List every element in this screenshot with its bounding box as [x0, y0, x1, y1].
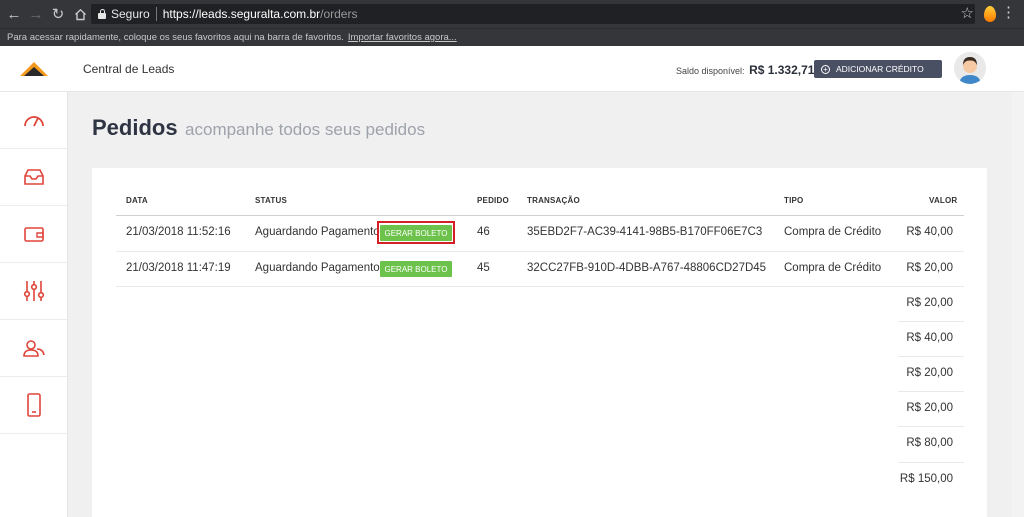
add-credit-button[interactable]: + ADICIONAR CRÉDITO: [814, 60, 942, 78]
column-header-transacao[interactable]: TRANSAÇÃO: [527, 196, 580, 205]
avatar[interactable]: [954, 52, 986, 84]
add-credit-label: ADICIONAR CRÉDITO: [836, 64, 924, 74]
logo[interactable]: [0, 46, 68, 92]
row-1-value: R$ 40,00: [906, 226, 953, 238]
row-2-value: R$ 20,00: [906, 262, 953, 274]
column-header-data[interactable]: DATA: [126, 196, 148, 205]
user-avatar-icon: [954, 52, 986, 84]
home-icon[interactable]: [69, 3, 91, 25]
sidebar-item-mobile[interactable]: [0, 377, 67, 434]
column-header-pedido[interactable]: PEDIDO: [477, 196, 509, 205]
page-title: Pedidos: [92, 115, 178, 140]
header-divider: [116, 215, 964, 216]
page-subtitle: acompanhe todos seus pedidos: [185, 120, 426, 139]
extra-value: R$ 40,00: [906, 332, 953, 344]
page-scrollbar[interactable]: [1012, 92, 1024, 517]
bookmarks-bar: Para acessar rapidamente, coloque os seu…: [0, 28, 1024, 46]
url-host: https://leads.seguralta.com.br: [162, 7, 321, 21]
wallet-icon: [23, 227, 44, 242]
sidebar-item-dashboard[interactable]: [0, 92, 67, 149]
value-divider: [898, 462, 964, 463]
url-path: /orders: [320, 7, 358, 21]
page-heading: Pedidos acompanhe todos seus pedidos: [92, 115, 425, 141]
orders-card: DATA STATUS PEDIDO TRANSAÇÃO TIPO VALOR …: [92, 168, 987, 517]
extra-value: R$ 20,00: [906, 402, 953, 414]
bookmark-star-icon[interactable]: ☆: [961, 4, 974, 22]
value-divider: [898, 321, 964, 322]
row-2-transaction-id: 32CC27FB-910D-4DBB-A767-48806CD27D45: [527, 262, 767, 274]
extra-value: R$ 20,00: [906, 297, 953, 309]
balance-label: Saldo disponível:: [676, 66, 745, 76]
row-1-order-number: 46: [477, 226, 490, 238]
lock-icon: [97, 9, 107, 19]
browser-menu-icon[interactable]: ⋮: [1001, 3, 1016, 21]
column-header-valor[interactable]: VALOR: [929, 196, 957, 205]
row-divider: [116, 286, 964, 287]
back-icon[interactable]: ←: [3, 3, 25, 25]
column-header-status[interactable]: STATUS: [255, 196, 287, 205]
app-title: Central de Leads: [83, 62, 175, 76]
secure-label: Seguro: [111, 7, 150, 21]
row-2-date: 21/03/2018 11:47:19: [126, 262, 231, 274]
extra-value: R$ 80,00: [906, 437, 953, 449]
address-bar[interactable]: Seguro https://leads.seguralta.com.br /o…: [91, 4, 975, 24]
row-2-type: Compra de Crédito: [784, 262, 882, 274]
row-1-date: 21/03/2018 11:52:16: [126, 226, 231, 238]
extension-icon[interactable]: [984, 6, 996, 22]
app-header: Central de Leads Saldo disponível: R$ 1.…: [0, 46, 1024, 92]
value-divider: [898, 356, 964, 357]
value-divider: [898, 391, 964, 392]
extra-value: R$ 150,00: [899, 473, 953, 485]
row-1-type: Compra de Crédito: [784, 226, 882, 238]
row-divider: [116, 251, 964, 252]
value-divider: [898, 426, 964, 427]
sidebar: [0, 92, 68, 517]
inbox-icon: [23, 169, 44, 185]
bookmarks-hint: Para acessar rapidamente, coloque os seu…: [7, 32, 344, 43]
row-2-order-number: 45: [477, 262, 490, 274]
browser-toolbar: ← → ↻ Seguro https://leads.seguralta.com…: [0, 0, 1024, 28]
sidebar-item-settings[interactable]: [0, 263, 67, 320]
mobile-phone-icon: [26, 393, 41, 417]
balance-value: R$ 1.332,71: [749, 63, 815, 77]
sidebar-item-wallet[interactable]: [0, 206, 67, 263]
row-2-status: Aguardando Pagamento: [255, 262, 380, 274]
reload-icon[interactable]: ↻: [47, 3, 69, 25]
forward-icon[interactable]: →: [25, 3, 47, 25]
extra-value: R$ 20,00: [906, 367, 953, 379]
import-bookmarks-link[interactable]: Importar favoritos agora...: [348, 32, 457, 43]
dashboard-gauge-icon: [23, 116, 44, 127]
balance-display: Saldo disponível: R$ 1.332,71: [676, 63, 814, 77]
row-1-status: Aguardando Pagamento: [255, 226, 380, 238]
users-icon: [22, 340, 45, 357]
row-2-gerar-boleto-button[interactable]: GERAR BOLETO: [380, 261, 452, 277]
sidebar-item-inbox[interactable]: [0, 149, 67, 206]
address-separator: [155, 7, 157, 21]
row-1-gerar-boleto-button[interactable]: GERAR BOLETO: [380, 225, 452, 241]
plus-circle-icon: +: [821, 64, 830, 74]
logo-icon: [20, 62, 48, 76]
row-1-transaction-id: 35EBD2F7-AC39-4141-98B5-B170FF06E7C3: [527, 226, 763, 238]
column-header-tipo[interactable]: TIPO: [784, 196, 803, 205]
settings-sliders-icon: [23, 281, 44, 301]
sidebar-item-users[interactable]: [0, 320, 67, 377]
